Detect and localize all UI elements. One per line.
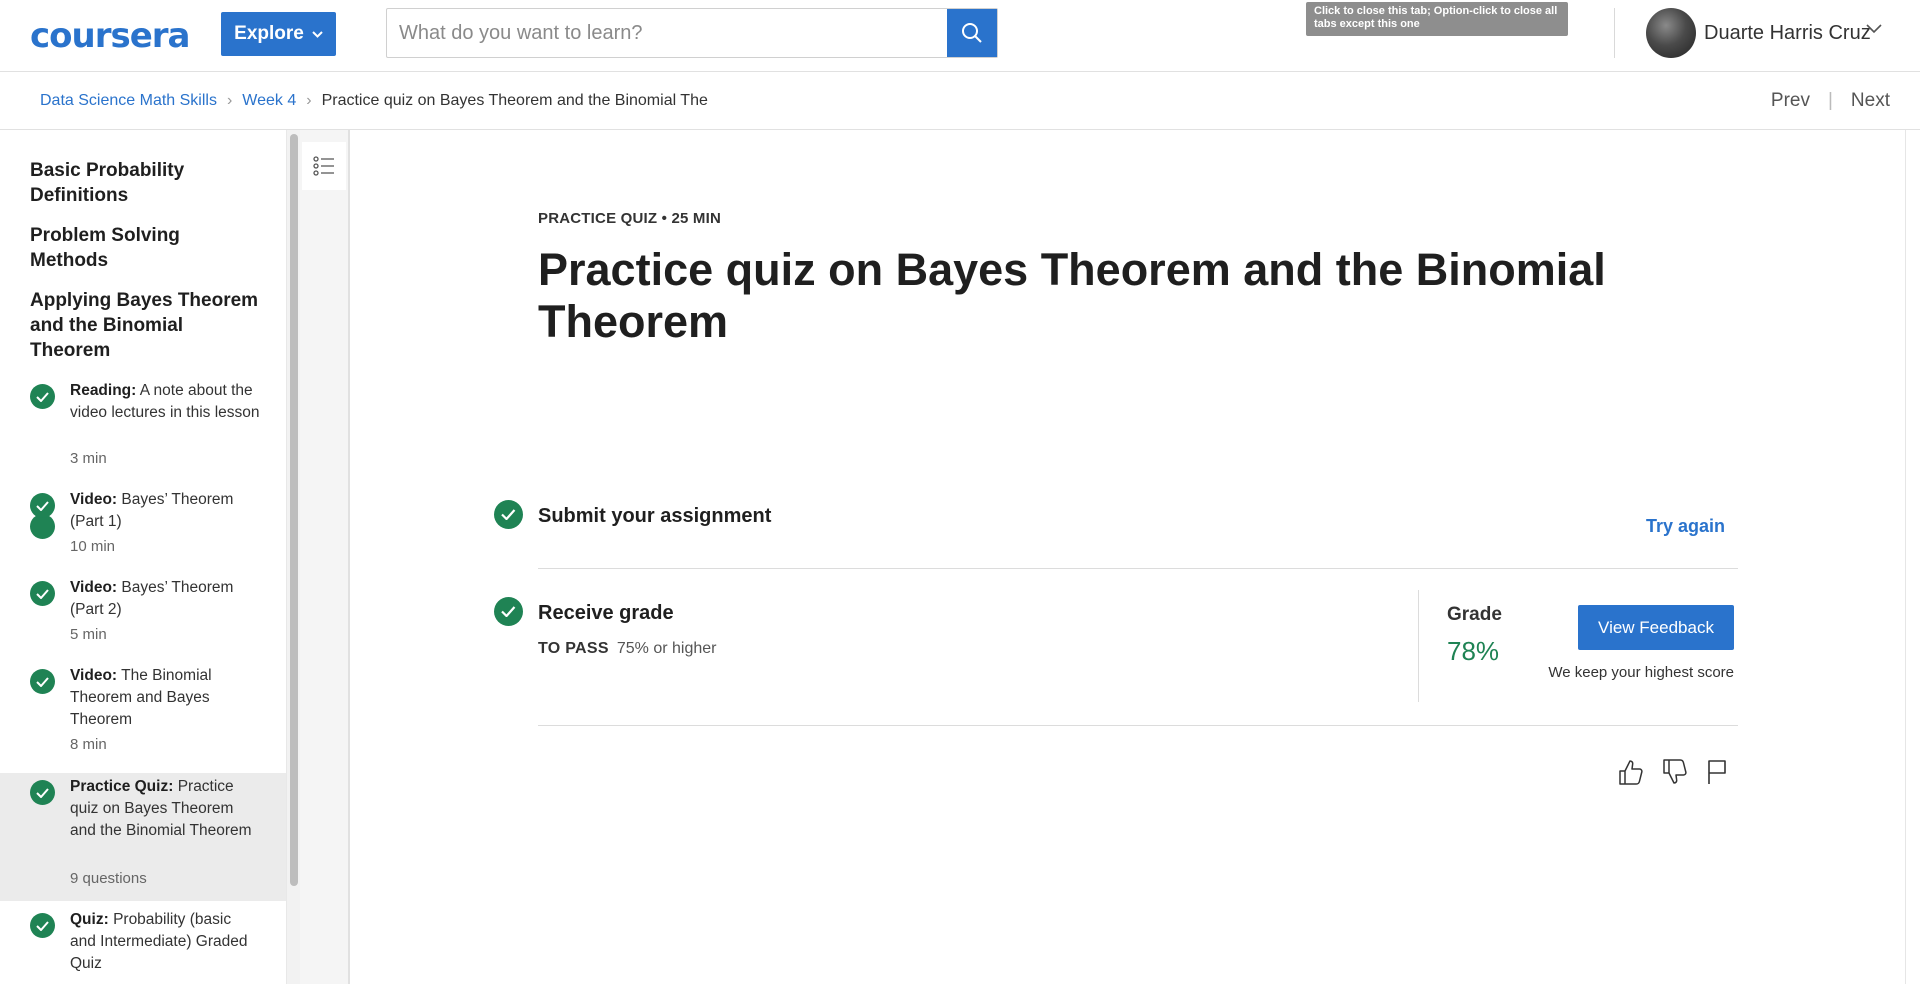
search-input[interactable] bbox=[387, 9, 947, 57]
sidebar-item-video-bayes-1[interactable]: Video: Bayes’ Theorem (Part 1) bbox=[70, 489, 260, 533]
sidebar-scrollbar[interactable] bbox=[286, 130, 300, 984]
check-circle-icon bbox=[30, 780, 55, 805]
item-type: Reading: bbox=[70, 382, 137, 399]
check-circle-icon bbox=[30, 493, 55, 518]
pass-requirement: TO PASS 75% or higher bbox=[538, 640, 716, 658]
item-type: Video: bbox=[70, 579, 118, 596]
breadcrumb-bar: Data Science Math Skills › Week 4 › Prac… bbox=[0, 72, 1920, 130]
sidebar-toggle-rail bbox=[300, 130, 350, 984]
divider bbox=[538, 568, 1738, 569]
nav-separator: | bbox=[1827, 90, 1833, 111]
thumbs-down-icon[interactable] bbox=[1662, 758, 1688, 786]
top-header: coursera Explore Click to close this tab… bbox=[0, 0, 1920, 72]
user-name[interactable]: Duarte Harris Cruz bbox=[1704, 22, 1871, 45]
view-feedback-button[interactable]: View Feedback bbox=[1578, 605, 1734, 650]
item-duration: 3 min bbox=[70, 450, 107, 467]
sidebar-item-video-binomial[interactable]: Video: The Binomial Theorem and Bayes Th… bbox=[70, 665, 260, 731]
item-type: Video: bbox=[70, 491, 118, 508]
to-pass-label: TO PASS bbox=[538, 640, 609, 657]
grade-value: 78% bbox=[1447, 636, 1500, 666]
check-circle-icon bbox=[494, 500, 523, 529]
toggle-outline-button[interactable] bbox=[302, 142, 346, 190]
chevron-down-icon bbox=[312, 30, 323, 38]
chevron-right-icon: › bbox=[226, 92, 233, 109]
grade-label: Grade bbox=[1447, 604, 1502, 625]
header-divider bbox=[1614, 8, 1615, 58]
chevron-down-icon[interactable] bbox=[1866, 24, 1882, 34]
receive-grade-heading: Receive grade bbox=[538, 602, 674, 624]
item-duration: 8 min bbox=[70, 736, 107, 753]
breadcrumb-course[interactable]: Data Science Math Skills bbox=[40, 92, 217, 110]
submit-assignment-heading: Submit your assignment bbox=[538, 505, 772, 527]
to-pass-value: 75% or higher bbox=[616, 640, 717, 657]
next-button[interactable]: Next bbox=[1851, 90, 1890, 112]
avatar[interactable] bbox=[1646, 8, 1696, 58]
check-circle-icon bbox=[30, 384, 55, 409]
prev-next-nav: Prev | Next bbox=[1771, 90, 1890, 112]
explore-label: Explore bbox=[234, 23, 304, 44]
scrollbar-thumb[interactable] bbox=[290, 134, 298, 886]
divider bbox=[538, 725, 1738, 726]
flag-icon[interactable] bbox=[1706, 758, 1728, 786]
coursera-logo[interactable]: coursera bbox=[30, 16, 190, 56]
check-circle-icon bbox=[494, 597, 523, 626]
sidebar-section-bayes-binomial[interactable]: Applying Bayes Theorem and the Binomial … bbox=[30, 288, 260, 363]
item-type: Video: bbox=[70, 667, 118, 684]
item-question-count: 9 questions bbox=[70, 870, 147, 887]
breadcrumb-current: Practice quiz on Bayes Theorem and the B… bbox=[321, 92, 708, 109]
item-duration: 10 min bbox=[70, 538, 116, 555]
item-type: Quiz: bbox=[70, 911, 109, 928]
check-circle-icon bbox=[30, 669, 55, 694]
search-icon bbox=[962, 23, 982, 43]
sidebar-section-problem-solving[interactable]: Problem Solving Methods bbox=[30, 223, 260, 273]
sidebar-item-graded-quiz[interactable]: Quiz: Probability (basic and Intermediat… bbox=[70, 909, 260, 975]
tab-close-tooltip: Click to close this tab; Option-click to… bbox=[1306, 2, 1568, 36]
search-bar bbox=[386, 8, 998, 58]
feedback-actions bbox=[1618, 758, 1728, 786]
prev-button[interactable]: Prev bbox=[1771, 90, 1810, 112]
item-duration: 5 min bbox=[70, 626, 107, 643]
item-eyebrow: PRACTICE QUIZ • 25 MIN bbox=[538, 210, 722, 227]
item-type: Practice Quiz: bbox=[70, 778, 174, 795]
breadcrumb-week[interactable]: Week 4 bbox=[242, 92, 296, 110]
grade-divider bbox=[1418, 590, 1419, 702]
course-sidebar: Basic Probability Definitions Problem So… bbox=[0, 130, 286, 984]
page-title: Practice quiz on Bayes Theorem and the B… bbox=[538, 244, 1606, 347]
check-circle-icon bbox=[30, 581, 55, 606]
sidebar-item-reading-label[interactable]: Reading: A note about the video lectures… bbox=[70, 380, 260, 424]
try-again-link[interactable]: Try again bbox=[1646, 516, 1725, 537]
breadcrumb: Data Science Math Skills › Week 4 › Prac… bbox=[40, 92, 708, 110]
chevron-right-icon: › bbox=[306, 92, 312, 109]
sidebar-section-basic-probability[interactable]: Basic Probability Definitions bbox=[30, 158, 260, 208]
search-button[interactable] bbox=[947, 9, 997, 57]
list-icon bbox=[313, 156, 334, 176]
sidebar-item-practice-quiz-label[interactable]: Practice Quiz: Practice quiz on Bayes Th… bbox=[70, 776, 260, 842]
sidebar-item-video-bayes-2[interactable]: Video: Bayes’ Theorem (Part 2) bbox=[70, 577, 260, 621]
check-circle-icon bbox=[30, 913, 55, 938]
thumbs-up-icon[interactable] bbox=[1618, 758, 1644, 786]
content-right-border bbox=[1905, 130, 1906, 984]
highest-score-note: We keep your highest score bbox=[1548, 664, 1734, 681]
explore-button[interactable]: Explore bbox=[221, 12, 336, 56]
